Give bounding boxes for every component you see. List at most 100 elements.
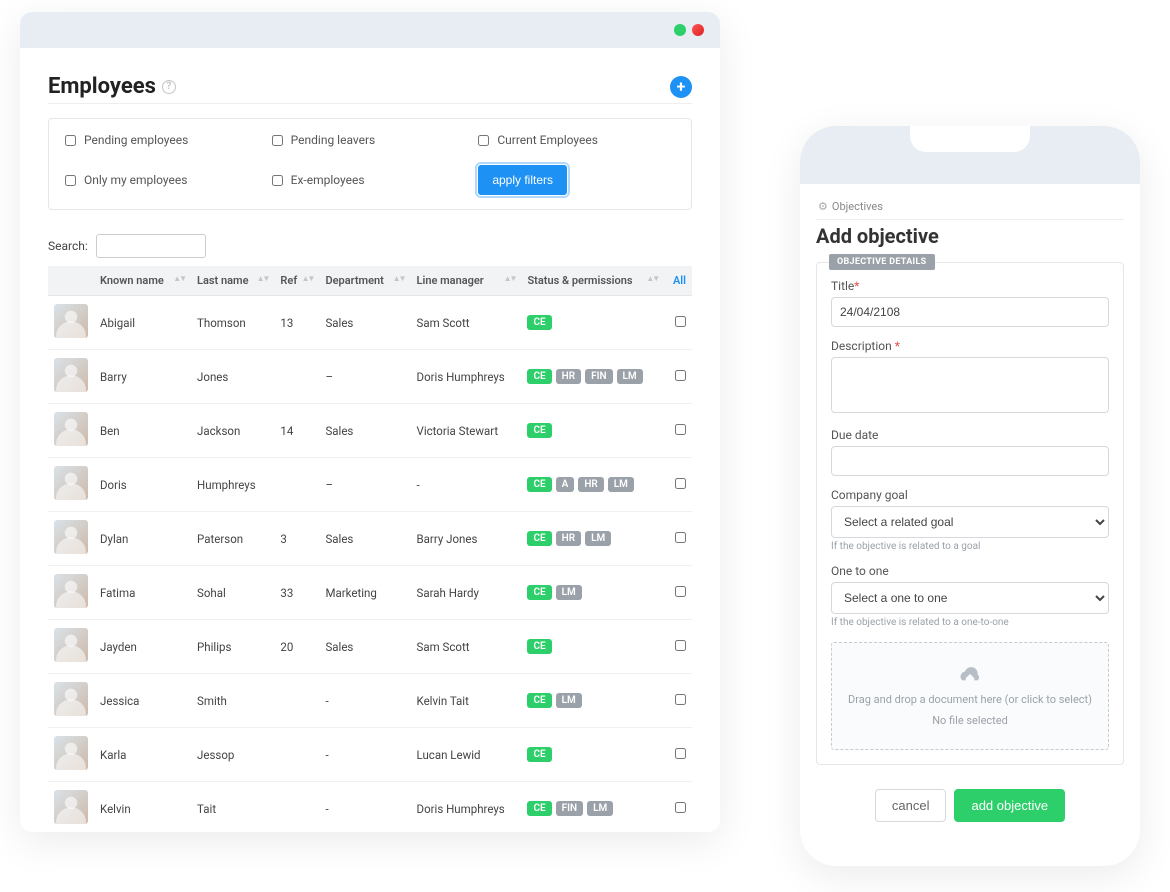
- col-ref[interactable]: Ref▲▼: [274, 266, 319, 296]
- title-input[interactable]: [831, 297, 1109, 327]
- help-icon[interactable]: ?: [162, 80, 176, 94]
- one-to-one-select[interactable]: Select a one to one: [831, 582, 1109, 614]
- status-badge: CE: [527, 585, 551, 600]
- apply-filters-button[interactable]: apply filters: [478, 165, 567, 195]
- filter-only-my-employees-checkbox[interactable]: [65, 175, 76, 186]
- one-to-one-hint: If the objective is related to a one-to-…: [831, 617, 1109, 628]
- cell-dept: Sales: [319, 620, 410, 674]
- row-checkbox[interactable]: [675, 586, 686, 597]
- cell-dept: -: [319, 728, 410, 782]
- table-row[interactable]: AbigailThomson13SalesSam ScottCE: [48, 296, 692, 350]
- row-checkbox[interactable]: [675, 370, 686, 381]
- table-row[interactable]: BenJackson14SalesVictoria StewartCE: [48, 404, 692, 458]
- status-badge: FIN: [556, 801, 583, 816]
- cell-last: Tait: [191, 782, 274, 833]
- filter-ex-employees-checkbox[interactable]: [272, 175, 283, 186]
- row-checkbox[interactable]: [675, 748, 686, 759]
- row-checkbox[interactable]: [675, 694, 686, 705]
- avatar: [54, 520, 88, 554]
- panel-legend: OBJECTIVE DETAILS: [829, 254, 935, 270]
- row-checkbox[interactable]: [675, 802, 686, 813]
- cell-ref: [274, 782, 319, 833]
- window-dot-red: [692, 24, 704, 36]
- add-objective-button[interactable]: add objective: [954, 789, 1065, 822]
- col-last-name[interactable]: Last name▲▼: [191, 266, 274, 296]
- col-select-all[interactable]: All: [664, 266, 692, 296]
- cell-known: Doris: [94, 458, 191, 512]
- company-goal-select[interactable]: Select a related goal: [831, 506, 1109, 538]
- cell-mgr: Sam Scott: [411, 620, 522, 674]
- window-dot-green: [674, 24, 686, 36]
- employees-table: Known name▲▼ Last name▲▼ Ref▲▼ Departmen…: [48, 266, 692, 832]
- table-row[interactable]: JessicaSmith-Kelvin TaitCELM: [48, 674, 692, 728]
- cell-ref: 20: [274, 620, 319, 674]
- cell-mgr: Sarah Hardy: [411, 566, 522, 620]
- filter-pending-employees-checkbox[interactable]: [65, 135, 76, 146]
- cell-mgr: Kelvin Tait: [411, 674, 522, 728]
- filter-ex-employees[interactable]: Ex-employees: [272, 173, 469, 187]
- table-row[interactable]: FatimaSohal33MarketingSarah HardyCELM: [48, 566, 692, 620]
- cell-mgr: Victoria Stewart: [411, 404, 522, 458]
- search-label: Search:: [48, 239, 88, 253]
- filter-current-employees-checkbox[interactable]: [478, 135, 489, 146]
- row-checkbox[interactable]: [675, 424, 686, 435]
- row-checkbox[interactable]: [675, 532, 686, 543]
- cell-last: Thomson: [191, 296, 274, 350]
- table-row[interactable]: JaydenPhilips20SalesSam ScottCE: [48, 620, 692, 674]
- gear-icon: ⚙: [818, 200, 828, 213]
- search-input[interactable]: [96, 234, 206, 258]
- filter-only-my-employees[interactable]: Only my employees: [65, 173, 262, 187]
- description-input[interactable]: [831, 357, 1109, 413]
- status-badge: CE: [527, 801, 551, 816]
- avatar: [54, 358, 88, 392]
- cell-mgr: Sam Scott: [411, 296, 522, 350]
- filter-pending-employees[interactable]: Pending employees: [65, 133, 262, 147]
- avatar: [54, 412, 88, 446]
- breadcrumb[interactable]: ⚙Objectives: [816, 200, 1124, 220]
- cell-dept: Sales: [319, 296, 410, 350]
- status-badge: HR: [556, 531, 581, 546]
- table-row[interactable]: KelvinTait-Doris HumphreysCEFINLM: [48, 782, 692, 833]
- cell-ref: 14: [274, 404, 319, 458]
- mobile-device: ⚙Objectives Add objective OBJECTIVE DETA…: [800, 126, 1140, 866]
- status-badge: LM: [585, 531, 611, 546]
- objective-details-panel: OBJECTIVE DETAILS Title* Description * D…: [816, 262, 1124, 765]
- avatar: [54, 304, 88, 338]
- due-date-input[interactable]: [831, 446, 1109, 476]
- row-checkbox[interactable]: [675, 640, 686, 651]
- cell-known: Ben: [94, 404, 191, 458]
- avatar: [54, 790, 88, 824]
- filter-current-employees[interactable]: Current Employees: [478, 133, 675, 147]
- dropzone-text: Drag and drop a document here (or click …: [842, 693, 1098, 706]
- cancel-button[interactable]: cancel: [875, 789, 947, 822]
- cell-ref: [274, 674, 319, 728]
- col-line-manager[interactable]: Line manager▲▼: [411, 266, 522, 296]
- cell-known: Karla: [94, 728, 191, 782]
- filter-pending-leavers-checkbox[interactable]: [272, 135, 283, 146]
- cell-known: Jayden: [94, 620, 191, 674]
- cell-last: Jackson: [191, 404, 274, 458]
- filter-pending-leavers[interactable]: Pending leavers: [272, 133, 469, 147]
- status-badge: CE: [527, 477, 551, 492]
- row-checkbox[interactable]: [675, 478, 686, 489]
- cell-known: Abigail: [94, 296, 191, 350]
- add-button[interactable]: +: [670, 76, 692, 98]
- col-status[interactable]: Status & permissions▲▼: [521, 266, 664, 296]
- col-department[interactable]: Department▲▼: [319, 266, 410, 296]
- table-row[interactable]: DorisHumphreys–-CEAHRLM: [48, 458, 692, 512]
- cell-mgr: Lucan Lewid: [411, 728, 522, 782]
- col-known-name[interactable]: Known name▲▼: [94, 266, 191, 296]
- table-row[interactable]: DylanPaterson3SalesBarry JonesCEHRLM: [48, 512, 692, 566]
- avatar: [54, 736, 88, 770]
- cell-mgr: Barry Jones: [411, 512, 522, 566]
- avatar: [54, 628, 88, 662]
- file-dropzone[interactable]: Drag and drop a document here (or click …: [831, 642, 1109, 750]
- filter-ex-employees-label: Ex-employees: [291, 173, 365, 187]
- cell-dept: -: [319, 674, 410, 728]
- table-row[interactable]: KarlaJessop-Lucan LewidCE: [48, 728, 692, 782]
- col-avatar: [48, 266, 94, 296]
- status-badge: HR: [556, 369, 581, 384]
- table-row[interactable]: BarryJones–Doris HumphreysCEHRFINLM: [48, 350, 692, 404]
- one-to-one-label: One to one: [831, 564, 1109, 578]
- row-checkbox[interactable]: [675, 316, 686, 327]
